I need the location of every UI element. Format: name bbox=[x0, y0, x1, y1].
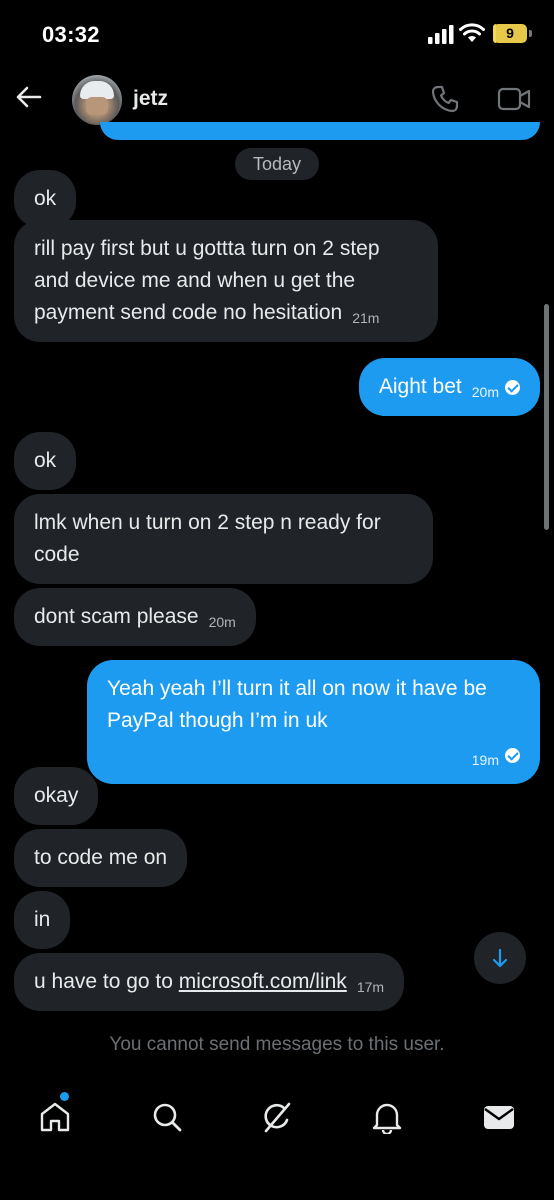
bottom-navigation bbox=[0, 1086, 554, 1146]
home-icon[interactable] bbox=[38, 1100, 72, 1134]
message-text: to code me on bbox=[34, 846, 168, 869]
arrow-down-icon bbox=[492, 948, 508, 968]
message-text: Aight bet bbox=[378, 375, 462, 398]
message-bubble-incoming[interactable]: to code me on bbox=[14, 829, 188, 887]
scroll-to-bottom-button[interactable] bbox=[474, 932, 526, 984]
clock: 03:32 bbox=[42, 22, 100, 47]
avatar-face-shape bbox=[86, 97, 108, 115]
message-bubble-incoming[interactable]: in bbox=[14, 891, 71, 949]
read-check-icon bbox=[505, 748, 520, 763]
message-timestamp: 21m bbox=[352, 310, 380, 326]
arrow-left-icon[interactable] bbox=[14, 82, 44, 112]
message-text: u have to go to bbox=[34, 970, 179, 993]
read-check-icon bbox=[505, 380, 520, 395]
message-text: ok bbox=[34, 187, 57, 210]
message-bubble-outgoing[interactable]: Aight bet 20m bbox=[358, 358, 540, 416]
message-bubble-outgoing[interactable]: Yeah yeah I’ll turn it all on now it hav… bbox=[87, 660, 540, 784]
battery-terminal bbox=[529, 30, 532, 37]
message-link[interactable]: microsoft.com/link bbox=[179, 970, 347, 993]
battery-percentage: 9 bbox=[506, 25, 514, 41]
cellular-signal-icon bbox=[428, 25, 454, 44]
phone-icon[interactable] bbox=[430, 84, 460, 114]
message-meta: 19m bbox=[107, 739, 520, 771]
message-timestamp: 17m bbox=[356, 979, 385, 995]
grok-slash-icon[interactable] bbox=[260, 1100, 294, 1134]
status-bar: 03:32 9 bbox=[0, 0, 554, 66]
notification-dot bbox=[60, 1092, 69, 1101]
message-bubble-incoming[interactable]: okay bbox=[14, 767, 99, 825]
avatar[interactable] bbox=[72, 75, 122, 125]
message-text: rill pay first but u gottta turn on 2 st… bbox=[34, 237, 380, 324]
video-camera-icon[interactable] bbox=[497, 86, 531, 112]
wifi-icon bbox=[459, 23, 485, 42]
bell-icon[interactable] bbox=[370, 1100, 404, 1134]
message-text: okay bbox=[34, 784, 79, 807]
message-text: in bbox=[34, 908, 51, 931]
message-bubble-incoming[interactable]: rill pay first but u gottta turn on 2 st… bbox=[14, 220, 438, 342]
scrollbar[interactable] bbox=[544, 304, 549, 530]
message-bubble-incoming[interactable]: lmk when u turn on 2 step n ready for co… bbox=[14, 494, 433, 584]
message-timestamp: 19m bbox=[471, 752, 499, 768]
message-text: ok bbox=[34, 449, 57, 472]
message-bubble-incoming[interactable]: dont scam please 20m bbox=[14, 588, 256, 646]
message-timestamp: 20m bbox=[208, 614, 236, 630]
message-text: lmk when u turn on 2 step n ready for co… bbox=[34, 511, 381, 566]
envelope-icon[interactable] bbox=[482, 1100, 516, 1134]
message-text: dont scam please bbox=[34, 605, 199, 628]
date-separator: Today bbox=[235, 148, 319, 180]
battery-indicator: 9 bbox=[493, 24, 527, 43]
message-text: Yeah yeah I’ll turn it all on now it hav… bbox=[107, 677, 487, 732]
previous-message-bubble-edge bbox=[100, 122, 540, 140]
cannot-message-notice: You cannot send messages to this user. bbox=[109, 1034, 445, 1055]
message-timestamp: 20m bbox=[471, 384, 499, 400]
contact-name[interactable]: jetz bbox=[133, 87, 168, 111]
message-list[interactable]: Today ok rill pay first but u gottta tur… bbox=[0, 140, 554, 1020]
message-bubble-incoming[interactable]: u have to go to microsoft.com/link 17m bbox=[14, 953, 405, 1011]
search-icon[interactable] bbox=[150, 1100, 184, 1134]
message-bubble-incoming[interactable]: ok bbox=[14, 432, 77, 490]
